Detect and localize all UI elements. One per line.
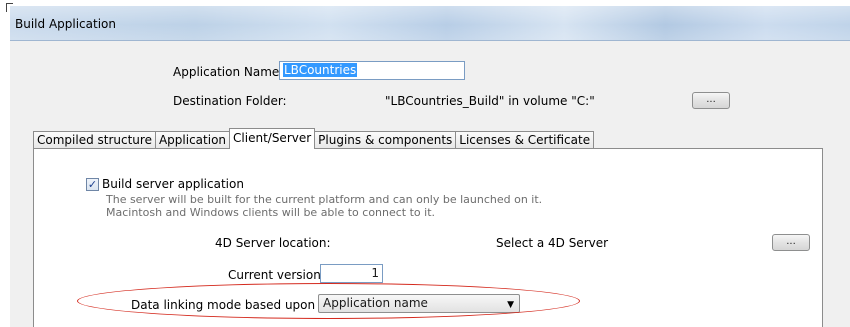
tab-application[interactable]: Application — [154, 131, 231, 149]
build-server-label: Build server application — [102, 177, 244, 191]
destination-folder-value: "LBCountries_Build" in volume "C:" — [385, 94, 595, 108]
data-linking-selected-value: Application name — [323, 296, 428, 310]
build-server-checkbox[interactable]: ✓ — [86, 178, 99, 191]
application-name-input[interactable]: LBCountries — [279, 61, 465, 80]
server-location-value: Select a 4D Server — [496, 236, 609, 250]
tab-plugins-components[interactable]: Plugins & components — [314, 131, 457, 149]
current-version-label: Current version: — [228, 268, 325, 282]
window-title: Build Application — [15, 17, 116, 31]
window-left-edge — [0, 0, 10, 327]
destination-browse-button[interactable]: ... — [692, 92, 730, 109]
build-server-description-line2: Macintosh and Windows clients will be ab… — [106, 206, 436, 219]
build-application-window: Build Application Application Name: LBCo… — [0, 0, 850, 327]
application-name-label: Application Name: — [173, 65, 284, 79]
title-bar-glass — [10, 6, 850, 40]
data-linking-mode-select[interactable]: Application name ▼ — [318, 294, 520, 313]
tab-client-server[interactable]: Client/Server — [229, 128, 316, 149]
chevron-down-icon: ▼ — [507, 300, 514, 310]
build-server-description-line1: The server will be built for the current… — [106, 193, 543, 206]
tab-licenses-certificate[interactable]: Licenses & Certificate — [455, 131, 595, 149]
title-bar: Build Application — [10, 6, 850, 41]
current-version-input[interactable]: 1 — [320, 264, 383, 283]
destination-folder-label: Destination Folder: — [173, 94, 287, 108]
tab-bar: Compiled structure Application Client/Se… — [33, 128, 595, 149]
server-location-browse-button[interactable]: ... — [772, 234, 810, 251]
server-location-label: 4D Server location: — [215, 236, 331, 250]
application-name-value: LBCountries — [283, 63, 358, 77]
tab-compiled-structure[interactable]: Compiled structure — [33, 131, 156, 149]
data-linking-label: Data linking mode based upon the — [131, 298, 339, 312]
